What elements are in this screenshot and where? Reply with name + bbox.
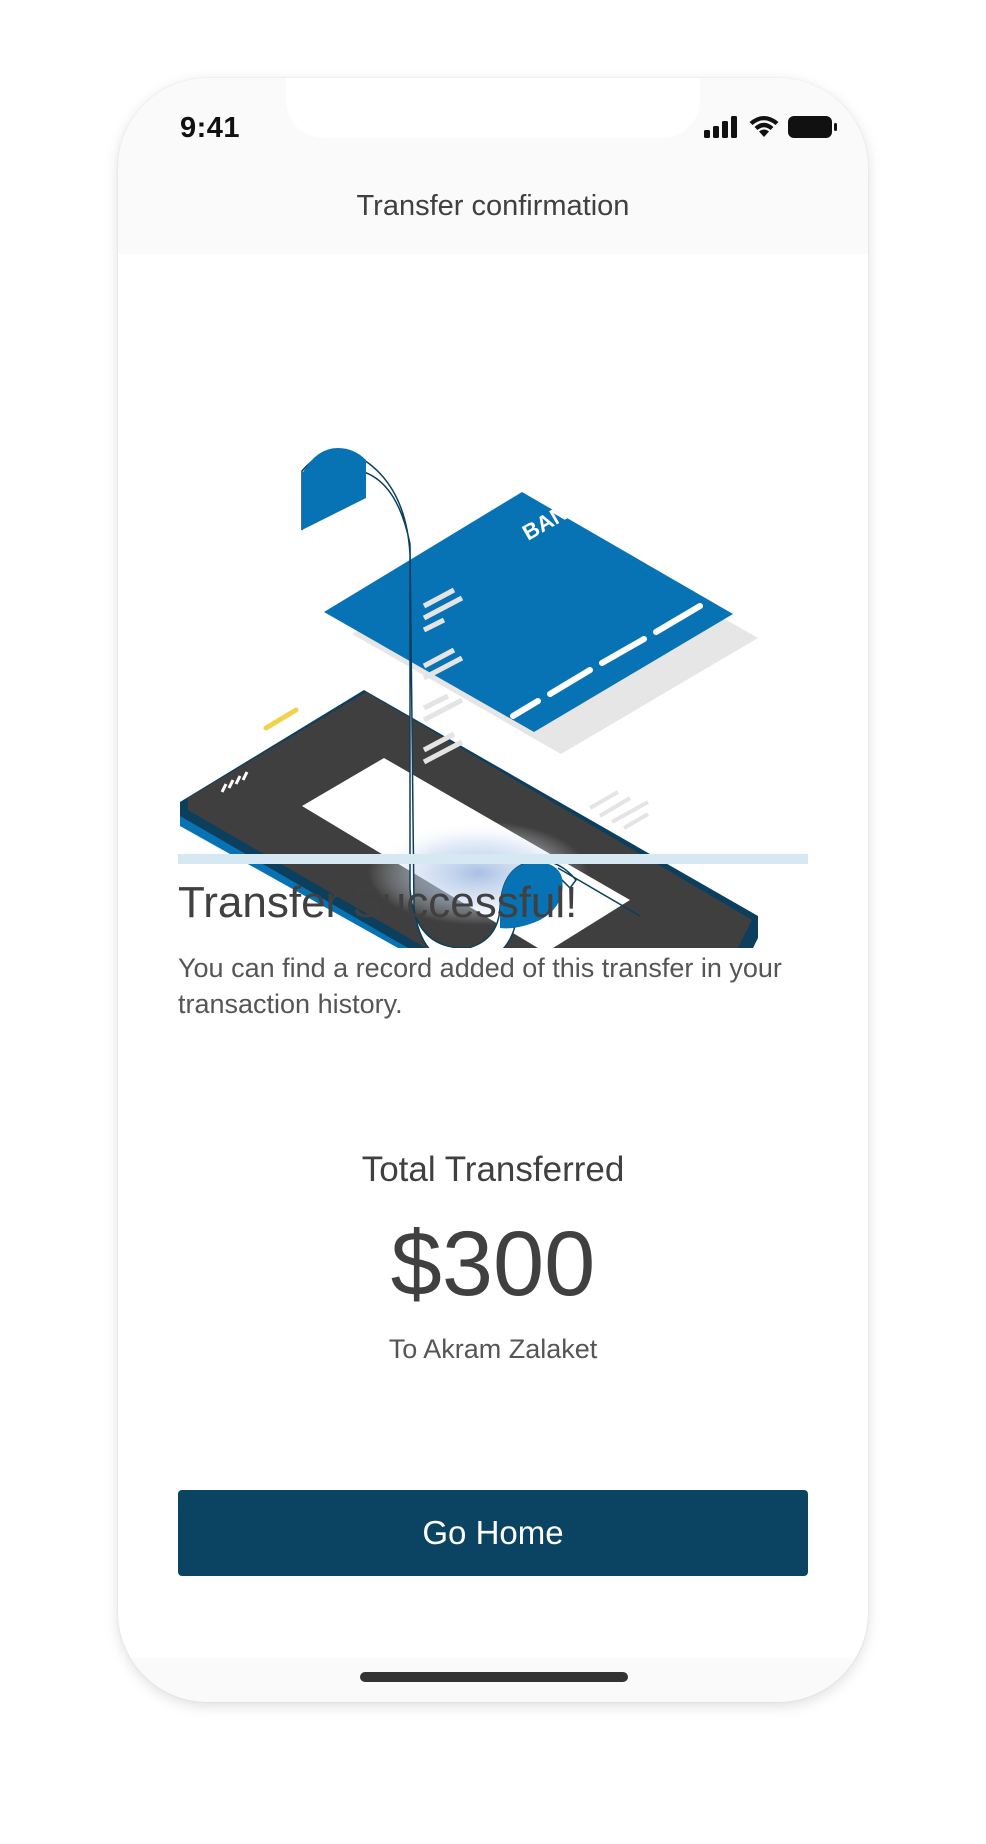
status-time: 9:41 (180, 112, 241, 144)
recipient-name: To Akram Zalaket (388, 1334, 598, 1364)
wifi-icon (749, 116, 779, 137)
page-title: Transfer confirmation (356, 190, 630, 222)
status-icons (704, 112, 838, 142)
total-amount: $300 (390, 1213, 596, 1315)
floating-lines (589, 790, 650, 830)
device-notch (286, 78, 700, 138)
receipt-curl-top (302, 448, 366, 530)
home-indicator[interactable] (360, 1672, 628, 1682)
battery-icon (788, 116, 837, 138)
total-label: Total Transferred (361, 1150, 625, 1189)
success-headline: Transfer Successful! (178, 878, 578, 927)
phone-frame: 9:41 Transfer confirmation BANK Transfer… (118, 78, 868, 1702)
progress-divider (178, 854, 808, 864)
signal-icon (704, 116, 737, 138)
success-description: You can find a record added of this tran… (178, 953, 782, 1019)
go-home-button[interactable]: Go Home (178, 1490, 808, 1576)
